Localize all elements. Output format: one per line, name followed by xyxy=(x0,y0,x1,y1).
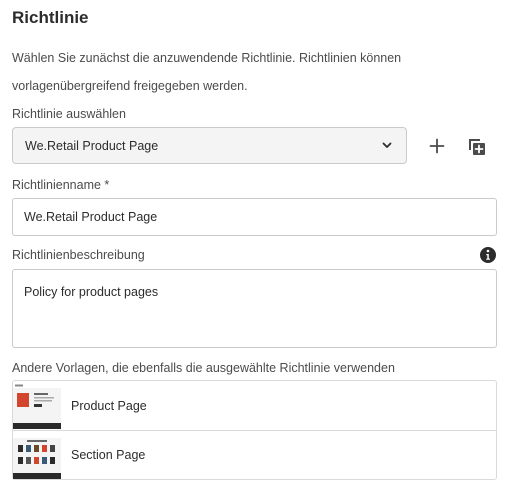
template-name: Section Page xyxy=(71,448,146,462)
policy-panel: Richtlinie Wählen Sie zunächst die anzuw… xyxy=(0,0,508,503)
template-name: Product Page xyxy=(71,398,147,413)
section-page-thumbnail xyxy=(13,433,61,479)
add-policy-button[interactable] xyxy=(424,133,450,159)
section-description: Wählen Sie zunächst die anzuwendende Ric… xyxy=(12,51,402,93)
policy-description-field[interactable]: Policy for product pages xyxy=(12,269,497,348)
template-item-product-page[interactable]: Product Page xyxy=(13,381,496,430)
policy-description-label: Richtlinienbeschreibung xyxy=(12,248,145,262)
duplicate-icon xyxy=(469,139,485,155)
policy-select[interactable]: We.Retail Product Page xyxy=(12,127,407,164)
product-page-thumbnail xyxy=(13,383,61,429)
chevron-down-icon xyxy=(382,142,392,148)
template-item-section-page[interactable]: Section Page xyxy=(13,430,496,479)
templates-label: Andere Vorlagen, die ebenfalls die ausge… xyxy=(12,361,395,375)
section-heading: Richtlinie xyxy=(12,8,89,27)
duplicate-policy-button[interactable] xyxy=(464,133,490,159)
policy-select-value: We.Retail Product Page xyxy=(25,138,159,153)
policy-name-field[interactable]: We.Retail Product Page xyxy=(12,198,497,236)
plus-icon xyxy=(429,138,445,154)
templates-list: Product Page Section Page xyxy=(12,380,497,480)
info-icon[interactable] xyxy=(479,246,497,264)
policy-name-label: Richtlinienname * xyxy=(12,178,110,192)
policy-select-label: Richtlinie auswählen xyxy=(12,107,126,121)
